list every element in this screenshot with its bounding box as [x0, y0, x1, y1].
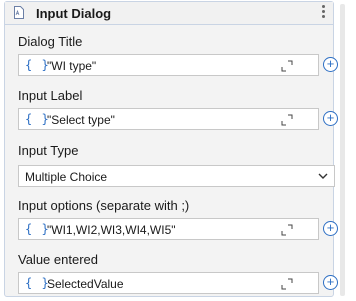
input-options-input[interactable]: { } "WI1,WI2,WI3,WI4,WI5": [18, 218, 319, 240]
input-type-select[interactable]: Multiple Choice: [18, 165, 335, 187]
dialog-title-value: "WI type": [47, 59, 97, 73]
expression-braces-icon: { }: [25, 276, 50, 290]
input-label-value: "Select type": [47, 113, 115, 127]
input-type-value: Multiple Choice: [25, 170, 108, 184]
dialog-title-plus-button[interactable]: +: [323, 57, 338, 72]
input-options-label: Input options (separate with ;): [18, 198, 190, 213]
expression-braces-icon: { }: [25, 58, 50, 72]
expand-editor-icon[interactable]: [281, 278, 293, 290]
vertical-scrollbar[interactable]: [340, 4, 345, 296]
input-label-input[interactable]: { } "Select type": [18, 108, 319, 130]
value-entered-label: Value entered: [18, 252, 98, 267]
input-options-plus-button[interactable]: +: [323, 221, 338, 236]
dialog-title-input[interactable]: { } "WI type": [18, 54, 319, 76]
dialog-title-label: Dialog Title: [18, 34, 83, 49]
document-icon: [14, 6, 24, 19]
expand-editor-icon[interactable]: [281, 114, 293, 126]
activity-header: Input Dialog: [5, 2, 333, 25]
chevron-down-icon: [318, 173, 328, 179]
input-options-value: "WI1,WI2,WI3,WI4,WI5": [47, 223, 176, 237]
activity-title: Input Dialog: [36, 6, 112, 21]
input-dialog-activity[interactable]: Input Dialog Dialog Title { } "WI type" …: [4, 1, 338, 297]
value-entered-value: SelectedValue: [47, 277, 124, 291]
value-entered-plus-button[interactable]: +: [323, 275, 338, 290]
value-entered-input[interactable]: { } SelectedValue: [18, 272, 319, 294]
kebab-menu-icon[interactable]: [321, 5, 325, 21]
expression-braces-icon: { }: [25, 222, 50, 236]
input-type-label: Input Type: [18, 143, 79, 158]
input-label-label: Input Label: [18, 88, 83, 103]
expand-editor-icon[interactable]: [281, 224, 293, 236]
expand-editor-icon[interactable]: [281, 60, 293, 72]
input-label-plus-button[interactable]: +: [323, 111, 338, 126]
expression-braces-icon: { }: [25, 112, 50, 126]
